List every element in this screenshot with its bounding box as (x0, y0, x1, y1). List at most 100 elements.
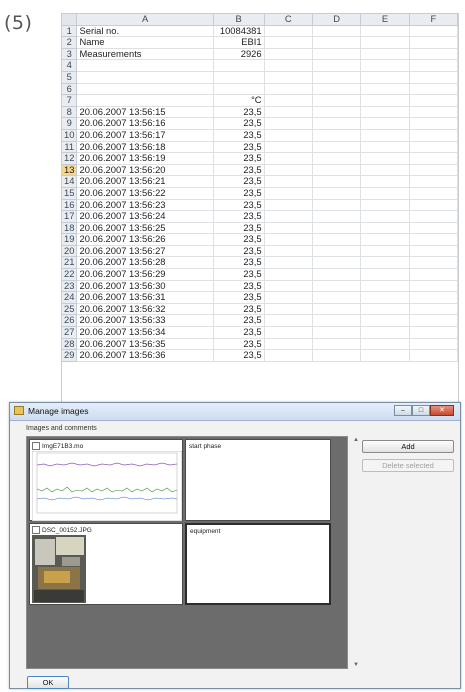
row-number[interactable]: 10 (62, 129, 78, 142)
row-number[interactable]: 11 (62, 141, 78, 154)
cell-c[interactable] (264, 117, 313, 130)
row-number[interactable]: 13 (62, 164, 78, 177)
cell-f[interactable] (409, 59, 458, 72)
cell-c[interactable] (264, 338, 313, 351)
cell-a[interactable]: 20.06.2007 13:56:35 (76, 338, 214, 351)
cell-d[interactable] (312, 349, 362, 362)
cell-b[interactable]: 23,5 (213, 117, 265, 130)
cell-f[interactable] (409, 314, 458, 328)
cell-b[interactable]: 23,5 (213, 106, 265, 119)
image-select-checkbox[interactable] (32, 442, 40, 450)
row-number[interactable]: 8 (62, 106, 78, 119)
cell-e[interactable] (360, 199, 410, 212)
cell-b[interactable]: 23,5 (213, 164, 265, 177)
cell-d[interactable] (312, 314, 362, 328)
cell-a[interactable]: 20.06.2007 13:56:19 (76, 152, 214, 165)
cell-b[interactable]: 23,5 (213, 210, 265, 223)
cell-e[interactable] (360, 71, 410, 84)
cell-a[interactable] (76, 83, 214, 96)
cell-b[interactable] (213, 59, 265, 72)
cell-a[interactable]: Serial no. (76, 25, 214, 38)
cell-d[interactable] (312, 25, 362, 38)
cell-e[interactable] (360, 314, 410, 328)
cell-c[interactable] (264, 129, 313, 142)
cell-c[interactable] (264, 187, 313, 200)
cell-f[interactable] (409, 187, 458, 200)
row-number[interactable]: 18 (62, 222, 78, 235)
cell-e[interactable] (360, 164, 410, 177)
cell-b[interactable]: 23,5 (213, 314, 265, 328)
cell-d[interactable] (312, 245, 362, 258)
cell-e[interactable] (360, 210, 410, 223)
images-scrollbar[interactable]: ▲ ▼ (352, 436, 360, 669)
cell-a[interactable]: 20.06.2007 13:56:36 (76, 349, 214, 362)
row-number[interactable]: 1 (62, 25, 78, 38)
delete-selected-button[interactable]: Delete selected (362, 459, 454, 472)
cell-a[interactable] (76, 59, 214, 72)
cell-e[interactable] (360, 268, 410, 281)
cell-e[interactable] (360, 106, 410, 119)
cell-c[interactable] (264, 175, 313, 188)
column-header-f[interactable]: F (409, 14, 458, 26)
cell-f[interactable] (409, 326, 458, 339)
cell-e[interactable] (360, 187, 410, 200)
row-number[interactable]: 15 (62, 187, 78, 200)
row-number[interactable]: 27 (62, 326, 78, 339)
spreadsheet[interactable]: A B C D E F 1 Serial no. 10084381 2 Name EBI1… (61, 13, 459, 407)
row-number[interactable]: 3 (62, 48, 78, 61)
cell-d[interactable] (312, 268, 362, 281)
cell-e[interactable] (360, 25, 410, 38)
cell-f[interactable] (409, 106, 458, 119)
cell-e[interactable] (360, 83, 410, 96)
row-number[interactable]: 19 (62, 233, 78, 246)
column-header-d[interactable]: D (312, 14, 362, 26)
cell-b[interactable]: 23,5 (213, 222, 265, 235)
cell-e[interactable] (360, 303, 410, 316)
cell-f[interactable] (409, 349, 458, 362)
cell-f[interactable] (409, 245, 458, 258)
row-number[interactable]: 26 (62, 314, 78, 328)
row-number[interactable]: 24 (62, 291, 78, 304)
cell-e[interactable] (360, 59, 410, 72)
cell-f[interactable] (409, 338, 458, 351)
add-button[interactable]: Add (362, 440, 454, 453)
cell-f[interactable] (409, 117, 458, 130)
cell-b[interactable]: 23,5 (213, 326, 265, 339)
cell-a[interactable]: 20.06.2007 13:56:18 (76, 141, 214, 154)
cell-f[interactable] (409, 303, 458, 316)
cell-b[interactable]: 23,5 (213, 187, 265, 200)
cell-e[interactable] (360, 117, 410, 130)
cell-e[interactable] (360, 245, 410, 258)
cell-a[interactable]: Measurements (76, 48, 214, 61)
row-number[interactable]: 23 (62, 280, 78, 293)
cell-f[interactable] (409, 256, 458, 270)
cell-b[interactable]: 23,5 (213, 256, 265, 270)
cell-a[interactable]: 20.06.2007 13:56:25 (76, 222, 214, 235)
row-number[interactable]: 22 (62, 268, 78, 281)
cell-e[interactable] (360, 233, 410, 246)
cell-f[interactable] (409, 268, 458, 281)
image-comment-cell[interactable]: equipment (185, 523, 331, 605)
row-number[interactable]: 2 (62, 36, 78, 49)
cell-b[interactable]: 23,5 (213, 280, 265, 293)
cell-a[interactable]: 20.06.2007 13:56:22 (76, 187, 214, 200)
cell-c[interactable] (264, 222, 313, 235)
cell-c[interactable] (264, 83, 313, 96)
cell-a[interactable] (76, 94, 214, 107)
column-header-c[interactable]: C (264, 14, 313, 26)
row-number[interactable]: 12 (62, 152, 78, 165)
cell-b[interactable]: 23,5 (213, 349, 265, 362)
cell-a[interactable]: 20.06.2007 13:56:21 (76, 175, 214, 188)
cell-a[interactable]: 20.06.2007 13:56:15 (76, 106, 214, 119)
image-select-checkbox[interactable] (32, 526, 40, 534)
cell-d[interactable] (312, 187, 362, 200)
cell-a[interactable]: 20.06.2007 13:56:30 (76, 280, 214, 293)
cell-d[interactable] (312, 338, 362, 351)
cell-d[interactable] (312, 59, 362, 72)
image-thumbnail-cell[interactable]: ImgE71B3.mo (29, 439, 183, 521)
cell-c[interactable] (264, 141, 313, 154)
cell-f[interactable] (409, 48, 458, 61)
row-number[interactable]: 4 (62, 59, 78, 72)
cell-e[interactable] (360, 129, 410, 142)
cell-f[interactable] (409, 164, 458, 177)
